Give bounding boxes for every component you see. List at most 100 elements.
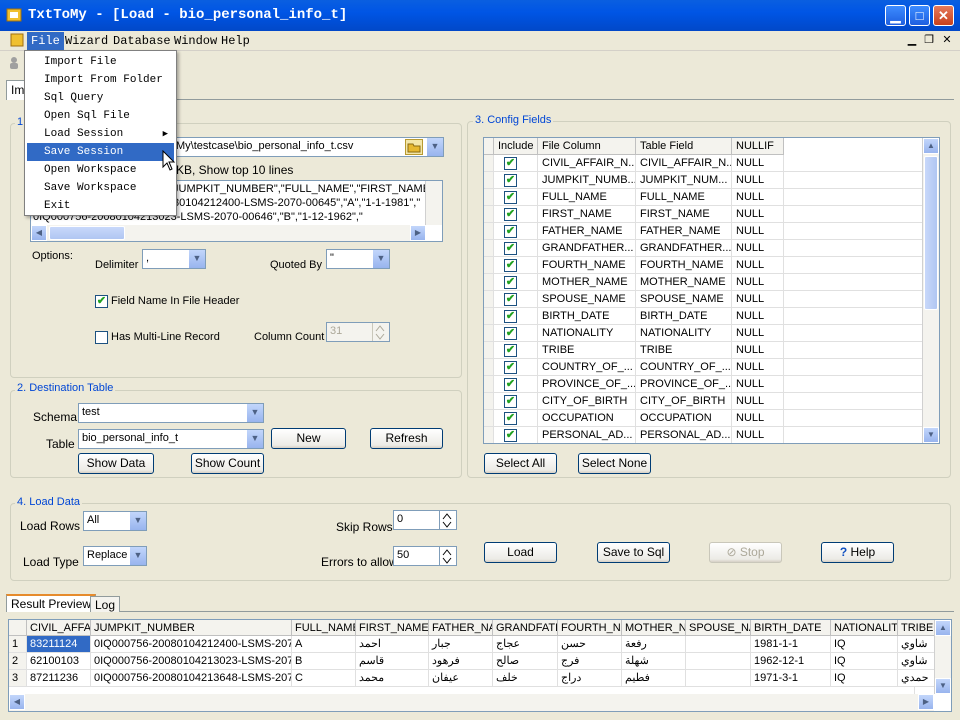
nullif-cell[interactable]: NULL (732, 155, 784, 172)
column-header[interactable]: TRIBE (898, 620, 938, 636)
chevron-down-icon[interactable]: ▼ (372, 250, 389, 268)
scroll-right-icon[interactable]: ▶ (410, 225, 426, 241)
include-cell[interactable]: ✔ (494, 410, 538, 427)
header-table-field[interactable]: Table Field (636, 138, 732, 155)
table-field-cell[interactable]: NATIONALITY (636, 325, 732, 342)
scroll-down-icon[interactable]: ▼ (923, 427, 939, 443)
include-cell[interactable]: ✔ (494, 155, 538, 172)
file-column-cell[interactable]: TRIBE (538, 342, 636, 359)
spinner-icon[interactable] (439, 511, 456, 529)
menu-wizard[interactable]: Wizard (61, 32, 112, 50)
file-column-cell[interactable]: MOTHER_NAME (538, 274, 636, 291)
stop-button[interactable]: ⊘ Stop (709, 542, 782, 563)
maximize-button[interactable]: □ (909, 5, 930, 26)
column-header[interactable]: MOTHER_N (622, 620, 686, 636)
file-column-cell[interactable]: SPOUSE_NAME (538, 291, 636, 308)
nullif-cell[interactable]: NULL (732, 274, 784, 291)
header-nullif[interactable]: NULLIF (732, 138, 784, 155)
minimize-button[interactable]: ▁ (885, 5, 906, 26)
table-cell[interactable]: محمد (356, 670, 429, 687)
nullif-cell[interactable]: NULL (732, 291, 784, 308)
table-cell[interactable]: خلف (493, 670, 558, 687)
skip-rows-field[interactable]: 0 (393, 510, 457, 530)
load-type-combo[interactable]: Replace ▼ (83, 546, 147, 566)
file-column-cell[interactable]: NATIONALITY (538, 325, 636, 342)
table-field-cell[interactable]: OCCUPATION (636, 410, 732, 427)
file-column-cell[interactable]: FIRST_NAME (538, 206, 636, 223)
row-number[interactable]: 2 (9, 653, 27, 670)
file-column-cell[interactable]: CITY_OF_BIRTH (538, 393, 636, 410)
file-column-cell[interactable]: BIRTH_DATE (538, 308, 636, 325)
include-checkbox[interactable]: ✔ (504, 361, 517, 374)
table-cell[interactable]: 1971-3-1 (751, 670, 831, 687)
table-cell[interactable]: احمد (356, 636, 429, 653)
menu-database[interactable]: Database (109, 32, 175, 50)
load-rows-combo[interactable]: All ▼ (83, 511, 147, 531)
file-column-cell[interactable]: GRANDFATHER... (538, 240, 636, 257)
show-count-button[interactable]: Show Count (191, 453, 264, 474)
file-column-cell[interactable]: JUMPKIT_NUMB... (538, 172, 636, 189)
include-checkbox[interactable]: ✔ (504, 344, 517, 357)
nullif-cell[interactable]: NULL (732, 410, 784, 427)
result-grid-hscroll[interactable]: ◀ ▶ (9, 694, 934, 711)
include-checkbox[interactable]: ✔ (504, 378, 517, 391)
spinner-icon[interactable] (439, 547, 456, 565)
column-header[interactable]: CIVIL_AFFAI (27, 620, 91, 636)
result-grid-vscroll[interactable]: ▲ ▼ (934, 620, 951, 694)
table-cell[interactable]: 87211236 (27, 670, 91, 687)
include-cell[interactable]: ✔ (494, 206, 538, 223)
table-cell[interactable]: دراج (558, 670, 622, 687)
table-cell[interactable]: IQ (831, 653, 898, 670)
include-checkbox[interactable]: ✔ (504, 225, 517, 238)
scroll-down-icon[interactable]: ▼ (935, 678, 951, 694)
include-cell[interactable]: ✔ (494, 376, 538, 393)
include-cell[interactable]: ✔ (494, 172, 538, 189)
column-header[interactable]: JUMPKIT_NUMBER (91, 620, 292, 636)
table-field-cell[interactable]: PROVINCE_OF_... (636, 376, 732, 393)
chevron-down-icon[interactable]: ▼ (246, 404, 263, 422)
table-cell[interactable]: عيفان (429, 670, 493, 687)
column-header[interactable]: GRANDFATH (493, 620, 558, 636)
include-checkbox[interactable]: ✔ (504, 157, 517, 170)
file-column-cell[interactable]: FOURTH_NAME (538, 257, 636, 274)
include-checkbox[interactable]: ✔ (504, 191, 517, 204)
table-field-cell[interactable]: PERSONAL_AD... (636, 427, 732, 443)
mdi-restore-icon[interactable]: ❐ (922, 33, 936, 47)
table-field-cell[interactable]: FATHER_NAME (636, 223, 732, 240)
menu-file[interactable]: File (27, 32, 64, 50)
menu-item-import-file[interactable]: Import File (27, 53, 174, 71)
preview-hscroll[interactable]: ◀ ▶ (31, 225, 426, 241)
menu-help[interactable]: Help (217, 32, 254, 50)
include-checkbox[interactable]: ✔ (504, 259, 517, 272)
include-checkbox[interactable]: ✔ (504, 293, 517, 306)
table-field-cell[interactable]: FULL_NAME (636, 189, 732, 206)
include-checkbox[interactable]: ✔ (504, 276, 517, 289)
scroll-thumb[interactable] (924, 156, 938, 310)
column-header[interactable]: SPOUSE_NA (686, 620, 751, 636)
table-cell[interactable]: 83211124 (27, 636, 91, 653)
table-cell[interactable]: شاوي (898, 653, 938, 670)
table-cell[interactable]: A (292, 636, 356, 653)
nullif-cell[interactable]: NULL (732, 240, 784, 257)
table-cell[interactable] (686, 670, 751, 687)
scroll-up-icon[interactable]: ▲ (935, 620, 951, 636)
include-cell[interactable]: ✔ (494, 257, 538, 274)
table-cell[interactable]: 62100103 (27, 653, 91, 670)
menu-item-save-session[interactable]: Save Session (27, 143, 174, 161)
table-cell[interactable]: شهلة (622, 653, 686, 670)
load-button[interactable]: Load (484, 542, 557, 563)
include-cell[interactable]: ✔ (494, 291, 538, 308)
table-cell[interactable] (686, 653, 751, 670)
menu-item-exit[interactable]: Exit (27, 197, 174, 215)
file-column-cell[interactable]: FATHER_NAME (538, 223, 636, 240)
nullif-cell[interactable]: NULL (732, 427, 784, 443)
table-cell[interactable]: جبار (429, 636, 493, 653)
include-cell[interactable]: ✔ (494, 223, 538, 240)
table-cell[interactable]: حسن (558, 636, 622, 653)
row-number[interactable]: 1 (9, 636, 27, 653)
chevron-down-icon[interactable]: ▼ (426, 138, 443, 156)
nullif-cell[interactable]: NULL (732, 393, 784, 410)
scroll-right-icon[interactable]: ▶ (918, 694, 934, 710)
config-grid-vscroll[interactable]: ▲ ▼ (922, 138, 939, 443)
table-cell[interactable]: 0IQ000756-20080104213648-LSMS-2070 (91, 670, 292, 687)
